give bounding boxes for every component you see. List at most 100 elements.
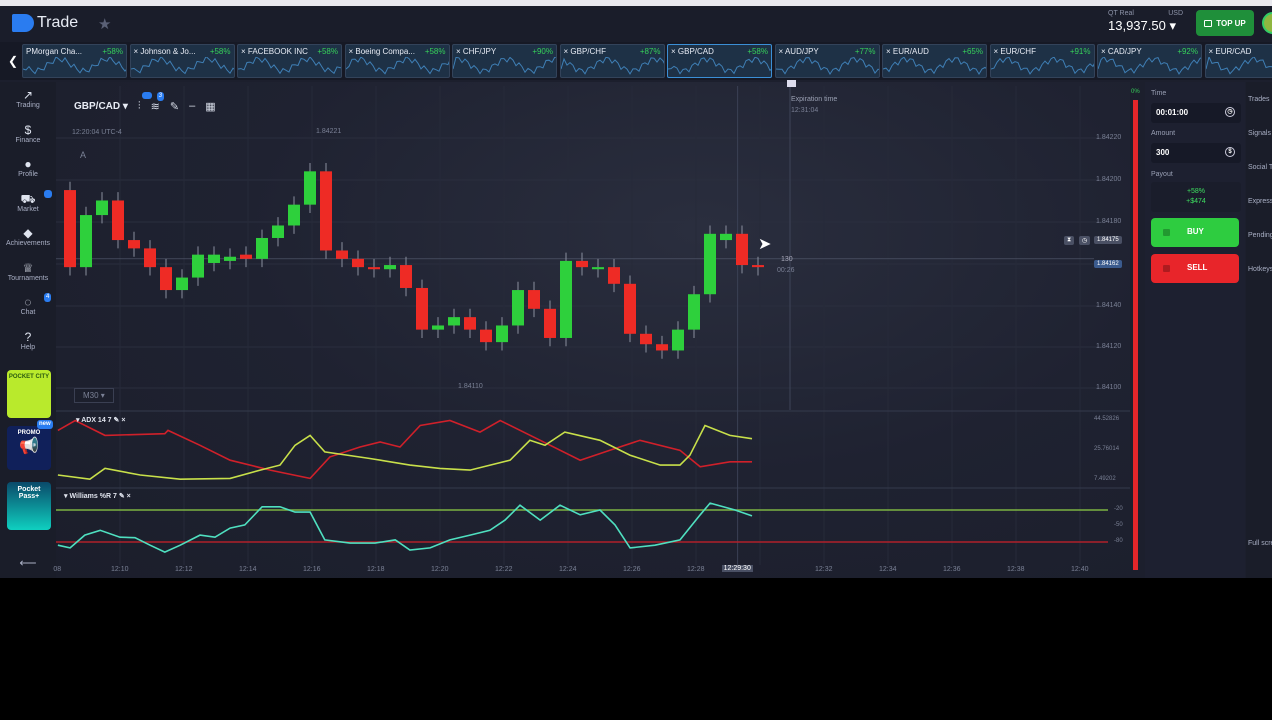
adx-axis-label: 44.52826	[1094, 416, 1120, 422]
currency-icon[interactable]: $	[1225, 147, 1235, 157]
time-input[interactable]: 00:01:00 ◷	[1151, 103, 1241, 123]
candle-bullish	[672, 329, 684, 351]
price-axis-label: 1.84120	[1096, 343, 1122, 350]
chart-type-icon[interactable]: ⫶	[138, 91, 152, 113]
price-axis-label: 1.84180	[1096, 218, 1122, 225]
williams-axis-label: -20	[1114, 506, 1123, 512]
right-sidebar-item[interactable]: Pending Trades	[1248, 232, 1272, 239]
time-axis-label: 12:26	[623, 566, 641, 573]
sell-button[interactable]: SELL	[1151, 254, 1239, 283]
layout-grid-icon[interactable]: ▦	[205, 100, 215, 113]
candle-bearish	[144, 248, 156, 268]
candle-bearish	[528, 290, 540, 309]
candle-bullish	[720, 233, 732, 241]
williams-label: Williams %R 7	[69, 493, 117, 500]
candle-bearish	[624, 283, 636, 334]
adx-indicator-header[interactable]: ▾ ADX 14 7 ✎ ×	[76, 416, 125, 424]
time-axis-label: 12:16	[303, 566, 321, 573]
price-axis-label: 1.84220	[1096, 134, 1122, 141]
price-chart[interactable]	[0, 0, 1272, 578]
candle-bullish	[272, 225, 284, 238]
right-sidebar-item[interactable]: Hotkeys	[1248, 266, 1272, 273]
candle-bearish	[416, 287, 428, 330]
buy-label: BUY	[1187, 227, 1204, 236]
candle-bearish	[656, 344, 668, 351]
pair-selector[interactable]: GBP/CAD ▾	[74, 101, 128, 112]
amount-value: 300	[1156, 148, 1170, 157]
payout-box: +58% +$474	[1151, 182, 1241, 212]
time-axis-label: 12:22	[495, 566, 513, 573]
minus-icon[interactable]: –	[189, 100, 195, 112]
candle-bullish	[592, 267, 604, 270]
timer-value: 130	[781, 256, 793, 263]
candle-bearish	[368, 267, 380, 270]
candle-bearish	[736, 233, 748, 266]
clock-icon[interactable]: ◷	[1225, 107, 1235, 117]
arrow-up-icon	[1163, 229, 1170, 236]
candle-bullish	[288, 204, 300, 226]
candle-bullish	[80, 215, 92, 268]
time-axis-label: 12:18	[367, 566, 385, 573]
candle-bearish	[640, 333, 652, 345]
candle-bullish	[176, 277, 188, 291]
candle-bullish	[448, 317, 460, 326]
edit-icon[interactable]: ✎	[114, 417, 120, 424]
candle-bearish	[240, 254, 252, 259]
drawing-pen-icon[interactable]: ✎	[170, 100, 179, 113]
candle-bearish	[112, 200, 124, 241]
time-axis-label: 12:38	[1007, 566, 1025, 573]
right-sidebar-item[interactable]: Social Trading	[1248, 164, 1272, 171]
candle-bearish	[464, 317, 476, 330]
close-icon[interactable]: ×	[121, 417, 125, 424]
amount-input[interactable]: 300 $	[1151, 143, 1241, 163]
time-axis-label: 12:20	[431, 566, 449, 573]
price-tag-hover: 1.84175	[1094, 236, 1122, 244]
candle-bearish	[336, 250, 348, 259]
adx-axis-label: 25.76014	[1094, 446, 1120, 452]
candle-bearish	[608, 267, 620, 284]
payout-amount: +$474	[1186, 198, 1206, 205]
time-axis-label: 12:32	[815, 566, 833, 573]
time-axis-label: 12:28	[687, 566, 705, 573]
time-axis-label: 12:10	[111, 566, 129, 573]
candle-bearish	[64, 190, 76, 268]
candle-bearish	[128, 240, 140, 249]
candle-bearish	[480, 329, 492, 343]
expiration-time: 12:31:04	[791, 107, 819, 114]
candle-bullish	[384, 265, 396, 270]
indicators-icon[interactable]: ≋ 3	[151, 91, 165, 113]
hourglass-icon[interactable]: ⧗	[1064, 236, 1075, 245]
time-axis-label: 12:40	[1071, 566, 1089, 573]
chart-clock: 12:20:04 UTC-4	[72, 129, 122, 136]
right-sidebar-item[interactable]: Trades	[1248, 96, 1270, 103]
candle-bullish	[304, 171, 316, 205]
time-axis-label: 08	[53, 566, 62, 573]
candle-bullish	[96, 200, 108, 216]
chart-marker: A	[80, 150, 87, 160]
right-sidebar-item[interactable]: Express Trades	[1248, 198, 1272, 205]
buy-button[interactable]: BUY	[1151, 218, 1239, 247]
candle-bearish	[576, 260, 588, 268]
candle-bullish	[208, 254, 220, 263]
right-sidebar-item[interactable]: Signals	[1248, 130, 1271, 137]
candle-bullish	[688, 294, 700, 330]
low-price-label: 1.84110	[458, 383, 483, 390]
candle-bearish	[400, 265, 412, 288]
timeframe-selector[interactable]: M30 ▾	[74, 388, 114, 403]
candle-bullish	[560, 260, 572, 338]
edit-icon[interactable]: ✎	[119, 493, 125, 500]
right-sidebar-item[interactable]: Full screen	[1248, 540, 1272, 547]
alarm-icon[interactable]: ◷	[1079, 236, 1091, 245]
payout-percent: +58%	[1186, 188, 1206, 195]
williams-indicator-header[interactable]: ▾ Williams %R 7 ✎ ×	[64, 492, 131, 500]
candle-bearish	[352, 258, 364, 268]
candle-bullish	[192, 254, 204, 278]
williams-axis-label: -50	[1114, 522, 1123, 528]
payout-label: Payout	[1151, 171, 1173, 178]
close-icon[interactable]: ×	[127, 493, 131, 500]
candle-bullish	[512, 290, 524, 326]
expiration-label: Expiration time	[791, 96, 838, 103]
time-axis-label: 12:12	[175, 566, 193, 573]
indicators-badge: 3	[156, 91, 165, 101]
price-axis-label: 1.84200	[1096, 176, 1122, 183]
